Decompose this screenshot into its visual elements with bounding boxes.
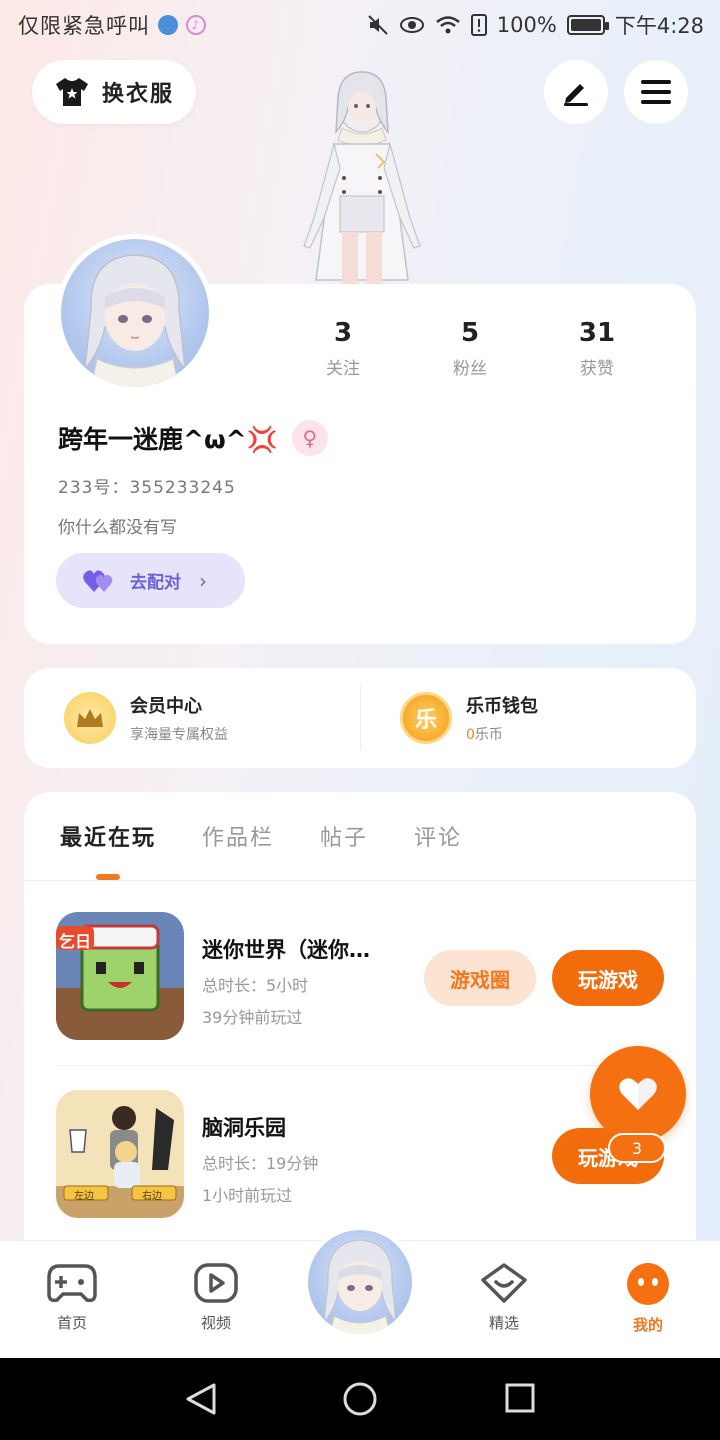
play-icon	[194, 1263, 238, 1303]
user-id[interactable]: 233号：355233245	[58, 473, 236, 498]
divider	[360, 686, 361, 750]
profile-stats: 3 关注 5 粉丝 31 获赞	[280, 318, 660, 379]
character-model[interactable]	[280, 68, 440, 286]
chevron-right-icon: ›	[199, 568, 207, 593]
divider	[24, 880, 696, 881]
nav-video[interactable]: 视频	[171, 1262, 261, 1333]
coin-icon: 乐	[400, 692, 452, 744]
carrier-text: 仅限紧急呼叫	[18, 14, 150, 38]
gamepad-icon	[47, 1264, 97, 1303]
pen-icon	[564, 84, 588, 106]
heart-box-icon	[481, 1263, 527, 1303]
clock: 下午4:28	[614, 14, 704, 38]
home-icon[interactable]	[342, 1381, 378, 1417]
member-subtitle: 享海量专属权益	[130, 727, 228, 743]
game-title: 脑洞乐园	[202, 1116, 286, 1140]
content-card: 最近在玩 作品栏 帖子 评论 乞日 迷你世界（迷你… 总时长：5小时 39分钟前…	[24, 792, 696, 1272]
list-item[interactable]: 乞日 迷你世界（迷你… 总时长：5小时 39分钟前玩过 游戏圈 玩游戏	[56, 912, 664, 1040]
tab-recent[interactable]: 最近在玩	[60, 820, 156, 852]
nav-mine[interactable]: 我的	[603, 1262, 693, 1335]
game-icon-brain-park: 左边 右边	[56, 1090, 184, 1218]
eye-icon	[399, 17, 424, 33]
female-icon: ♀	[291, 420, 328, 456]
browser-icon	[158, 15, 178, 35]
wallet-amount: 0	[466, 727, 475, 743]
nav-video-label: 视频	[200, 1314, 231, 1332]
game-duration: 总时长：5小时	[202, 976, 309, 995]
heart-icon	[619, 1078, 657, 1110]
battery-icon	[566, 15, 609, 35]
list-item[interactable]: 左边 右边 脑洞乐园 总时长：19分钟 1小时前玩过 玩游戏	[56, 1090, 664, 1218]
wallet-unit: 乐币	[474, 727, 503, 743]
avatar-illustration	[84, 254, 186, 387]
pair-label: 去配对	[130, 573, 181, 593]
stat-following[interactable]: 3 关注	[280, 318, 406, 379]
wallet-balance: 0乐币	[466, 724, 538, 744]
stat-fans[interactable]: 5 粉丝	[407, 318, 533, 379]
nav-avatar[interactable]	[304, 1226, 416, 1338]
coin-wallet[interactable]: 乐 乐币钱包 0乐币	[360, 692, 696, 744]
tab-bar: 最近在玩 作品栏 帖子 评论	[60, 820, 462, 852]
stat-following-label: 关注	[326, 359, 360, 379]
tshirt-icon	[56, 78, 88, 106]
back-icon[interactable]	[184, 1382, 218, 1416]
game-last-played: 1小时前玩过	[202, 1186, 293, 1205]
nav-home[interactable]: 首页	[27, 1262, 117, 1333]
system-navigation-bar	[0, 1358, 720, 1440]
stat-likes-label: 获赞	[580, 359, 614, 379]
music-icon: ♪	[186, 15, 206, 35]
game-last-played: 39分钟前玩过	[202, 1008, 303, 1027]
wallet-title: 乐币钱包	[466, 696, 538, 717]
favorite-float-button[interactable]	[590, 1046, 686, 1142]
pair-button[interactable]: 去配对 ›	[56, 553, 245, 608]
username: 跨年一迷鹿^ω^💢	[58, 425, 278, 454]
status-right: 100% 下午4:28	[367, 10, 704, 40]
change-outfit-label: 换衣服	[102, 82, 175, 107]
menu-icon	[641, 80, 671, 104]
nav-featured[interactable]: 精选	[459, 1262, 549, 1333]
recents-icon[interactable]	[504, 1382, 536, 1414]
nav-featured-label: 精选	[488, 1314, 519, 1332]
stat-fans-label: 粉丝	[453, 359, 487, 379]
game-duration: 总时长：19分钟	[202, 1154, 319, 1173]
tab-comments[interactable]: 评论	[414, 820, 462, 852]
battery-percent: 100%	[496, 13, 557, 37]
bio[interactable]: 你什么都没有写	[58, 513, 177, 538]
wifi-icon	[435, 16, 460, 34]
left-choice-label: 左边	[74, 1191, 94, 1202]
stat-fans-value: 5	[460, 318, 480, 348]
avatar-illustration	[323, 1239, 397, 1334]
nav-mine-label: 我的	[632, 1316, 663, 1334]
sim-alert-icon	[470, 14, 487, 36]
member-wallet-card: 会员中心 享海量专属权益 乐 乐币钱包 0乐币	[24, 668, 696, 768]
stat-likes[interactable]: 31 获赞	[534, 318, 660, 379]
game-circle-button[interactable]: 游戏圈	[424, 950, 536, 1006]
play-game-button[interactable]: 玩游戏	[552, 950, 664, 1006]
game-icon-badge: 乞日	[59, 932, 92, 951]
menu-button[interactable]	[624, 60, 688, 124]
tab-works[interactable]: 作品栏	[202, 820, 274, 852]
tab-posts[interactable]: 帖子	[320, 820, 368, 852]
divider	[56, 1065, 664, 1066]
status-left: 仅限紧急呼叫 ♪	[18, 10, 206, 40]
nav-home-label: 首页	[56, 1314, 87, 1332]
status-bar: 仅限紧急呼叫 ♪ 100% 下午4:28	[0, 0, 720, 50]
crown-icon	[64, 692, 116, 744]
change-outfit-button[interactable]: 换衣服	[32, 60, 196, 124]
game-icon-mini-world: 乞日	[56, 912, 184, 1040]
double-heart-icon	[83, 569, 113, 592]
avatar[interactable]	[56, 234, 214, 392]
favorite-count-badge: 3	[608, 1133, 666, 1163]
right-choice-label: 右边	[142, 1191, 162, 1202]
member-center[interactable]: 会员中心 享海量专属权益	[24, 692, 360, 744]
stat-likes-value: 31	[578, 318, 616, 348]
mute-icon	[368, 15, 388, 35]
stat-following-value: 3	[333, 318, 353, 348]
face-icon	[627, 1263, 669, 1305]
game-title: 迷你世界（迷你…	[202, 938, 370, 962]
member-title: 会员中心	[130, 696, 202, 717]
character-illustration	[303, 71, 421, 286]
edit-profile-button[interactable]	[544, 60, 608, 124]
username-row: 跨年一迷鹿^ω^💢 ♀	[58, 420, 328, 456]
